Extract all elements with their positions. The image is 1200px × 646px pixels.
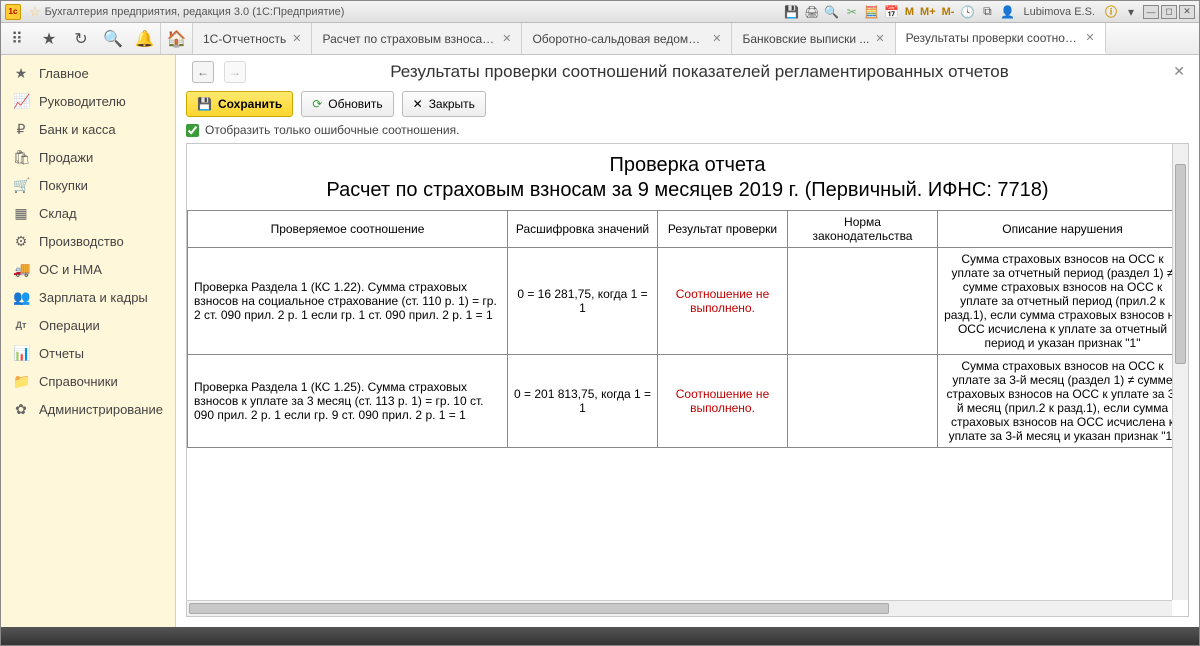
document-tabs: 1С-Отчетность ✕ Расчет по страховым взно…	[193, 23, 1199, 54]
bell-icon[interactable]: 🔔	[129, 23, 161, 54]
sidebar-item-assets[interactable]: 🚚ОС и НМА	[1, 255, 175, 283]
memory-m-plus[interactable]: M+	[917, 6, 939, 18]
report-heading: Проверка отчета	[187, 144, 1188, 179]
people-icon: 👥	[13, 289, 29, 306]
truck-icon: 🚚	[13, 261, 29, 278]
tab-insurance-calc[interactable]: Расчет по страховым взносам за 9 ... ✕	[312, 23, 522, 54]
memory-m-minus[interactable]: M-	[939, 6, 958, 18]
sidebar-item-main[interactable]: ★Главное	[1, 59, 175, 87]
main-toolbar: ⠿ ★ ↻ 🔍 🔔 🏠 1С-Отчетность ✕ Расчет по ст…	[1, 23, 1199, 55]
results-table: Проверяемое соотношение Расшифровка знач…	[187, 210, 1188, 448]
sidebar-item-purchases[interactable]: 🛒Покупки	[1, 171, 175, 199]
horizontal-scrollbar[interactable]	[187, 600, 1172, 616]
dropdown-icon[interactable]: ▾	[1122, 4, 1140, 20]
col-norm: Норма законодательства	[788, 211, 938, 248]
chart-icon: 📈	[13, 93, 29, 110]
nav-forward-button[interactable]: →	[224, 61, 246, 83]
close-button[interactable]: ✕ Закрыть	[402, 91, 486, 117]
link-icon[interactable]: ✂	[843, 4, 861, 20]
refresh-button[interactable]: ⟳ Обновить	[301, 91, 393, 117]
search-icon[interactable]: 🔍	[97, 23, 129, 54]
errors-only-label: Отобразить только ошибочные соотношения.	[205, 123, 459, 137]
col-relation: Проверяемое соотношение	[188, 211, 508, 248]
close-page-icon[interactable]: ✕	[1173, 63, 1185, 80]
close-window-button[interactable]: ✕	[1179, 5, 1195, 19]
apps-grid-icon[interactable]: ⠿	[1, 23, 33, 54]
home-icon[interactable]: 🏠	[161, 23, 193, 54]
windows-icon[interactable]: ⧉	[978, 4, 996, 20]
col-description: Описание нарушения	[938, 211, 1188, 248]
calculator-icon[interactable]: 🧮	[863, 4, 881, 20]
app-logo-icon: 1c	[5, 4, 21, 20]
tab-bank-statements[interactable]: Банковские выписки ... ✕	[732, 23, 895, 54]
sidebar-item-sales[interactable]: 🛍Продажи	[1, 143, 175, 171]
flower-icon: ✿	[13, 401, 29, 418]
bars-icon: 📊	[13, 345, 29, 362]
page-title: Результаты проверки соотношений показате…	[256, 62, 1183, 82]
star-icon: ★	[13, 65, 29, 82]
refresh-icon: ⟳	[312, 97, 322, 111]
info-icon[interactable]: ⓘ	[1102, 4, 1120, 20]
sidebar-item-manager[interactable]: 📈Руководителю	[1, 87, 175, 115]
dtkt-icon: Дт	[13, 320, 29, 330]
save-file-icon[interactable]: 💾	[783, 4, 801, 20]
minimize-button[interactable]: —	[1143, 5, 1159, 19]
report-container[interactable]: Проверка отчета Расчет по страховым взно…	[186, 143, 1189, 617]
sidebar-item-bank[interactable]: ₽Банк и касса	[1, 115, 175, 143]
favorite-star-icon[interactable]: ☆	[29, 4, 41, 20]
close-icon[interactable]: ✕	[292, 32, 301, 45]
calendar-icon[interactable]: 📅	[883, 4, 901, 20]
col-values: Расшифровка значений	[508, 211, 658, 248]
clock-icon[interactable]: 🕓	[958, 4, 976, 20]
col-result: Результат проверки	[658, 211, 788, 248]
gear-icon: ⚙	[13, 233, 29, 250]
sidebar-item-catalogs[interactable]: 📁Справочники	[1, 367, 175, 395]
maximize-button[interactable]: ◻	[1161, 5, 1177, 19]
app-title: Бухгалтерия предприятия, редакция 3.0 (1…	[45, 6, 345, 18]
nav-back-button[interactable]: ←	[192, 61, 214, 83]
close-icon[interactable]: ✕	[502, 32, 511, 45]
tab-1c-reporting[interactable]: 1С-Отчетность ✕	[193, 23, 312, 54]
tab-check-results[interactable]: Результаты проверки соотношений ... ✕	[896, 23, 1106, 54]
table-header-row: Проверяемое соотношение Расшифровка знач…	[188, 211, 1188, 248]
vertical-scrollbar[interactable]	[1172, 144, 1188, 600]
errors-only-checkbox[interactable]	[186, 124, 199, 137]
x-icon: ✕	[413, 97, 423, 111]
toolbar-star-icon[interactable]: ★	[33, 23, 65, 54]
close-icon[interactable]: ✕	[875, 32, 884, 45]
sidebar-item-production[interactable]: ⚙Производство	[1, 227, 175, 255]
content-area: ✕ ← → Результаты проверки соотношений по…	[176, 55, 1199, 627]
cart-icon: 🛒	[13, 177, 29, 194]
sidebar-item-warehouse[interactable]: ▦Склад	[1, 199, 175, 227]
folder-icon: 📁	[13, 373, 29, 390]
bag-icon: 🛍	[13, 149, 29, 166]
table-row[interactable]: Проверка Раздела 1 (КС 1.25). Сумма стра…	[188, 355, 1188, 448]
table-row[interactable]: Проверка Раздела 1 (КС 1.22). Сумма стра…	[188, 248, 1188, 355]
close-icon[interactable]: ✕	[712, 32, 721, 45]
save-button[interactable]: 💾 Сохранить	[186, 91, 293, 117]
memory-m[interactable]: M	[902, 6, 917, 18]
sidebar-item-operations[interactable]: ДтОперации	[1, 311, 175, 339]
print-icon[interactable]: 🖨	[803, 4, 821, 20]
user-name: Lubimova E.S.	[1023, 6, 1095, 18]
history-icon[interactable]: ↻	[65, 23, 97, 54]
report-subheading: Расчет по страховым взносам за 9 месяцев…	[187, 179, 1188, 210]
navigation-sidebar: ★Главное 📈Руководителю ₽Банк и касса 🛍Пр…	[1, 55, 176, 627]
save-icon: 💾	[197, 97, 212, 111]
grid-icon: ▦	[13, 205, 29, 222]
user-icon: 👤	[998, 4, 1016, 20]
titlebar: 1c ☆ Бухгалтерия предприятия, редакция 3…	[1, 1, 1199, 23]
os-taskbar	[1, 627, 1199, 645]
preview-icon[interactable]: 🔍	[823, 4, 841, 20]
tab-turnover-balance[interactable]: Оборотно-сальдовая ведомость п... ✕	[522, 23, 732, 54]
sidebar-item-admin[interactable]: ✿Администрирование	[1, 395, 175, 423]
close-icon[interactable]: ✕	[1085, 31, 1094, 44]
sidebar-item-salary[interactable]: 👥Зарплата и кадры	[1, 283, 175, 311]
sidebar-item-reports[interactable]: 📊Отчеты	[1, 339, 175, 367]
ruble-icon: ₽	[13, 121, 29, 138]
